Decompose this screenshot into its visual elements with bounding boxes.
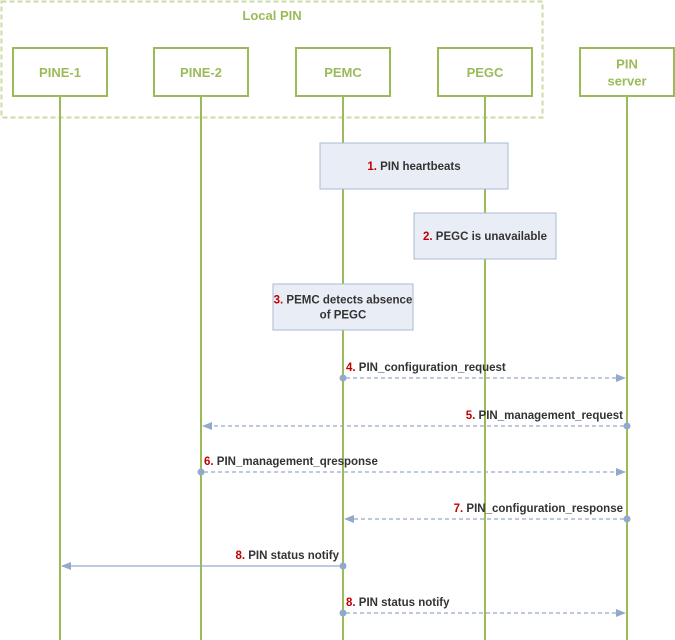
note-text-2: 2. PEGC is unavailable [423, 231, 547, 243]
note-text-3: of PEGC [320, 310, 367, 322]
step-number: 3. [274, 295, 284, 307]
message-text: PIN_management_qresponse [214, 456, 378, 468]
message-label: 7. PIN_configuration_response [454, 503, 623, 515]
message-label: 8. PIN status notify [235, 550, 339, 562]
message-text: PIN_management_request [475, 410, 623, 422]
message-origin-dot [339, 374, 347, 382]
message-label: 6. PIN_management_qresponse [204, 456, 378, 468]
message-4: 7. PIN_configuration_response [344, 503, 631, 523]
message-1: 4. PIN_configuration_request [339, 362, 626, 382]
pine2-entity-label: PINE-2 [180, 65, 222, 80]
pemc-entity-label: PEMC [324, 65, 362, 80]
message-text: PIN_configuration_response [463, 503, 623, 515]
step-number: 8. [235, 550, 245, 562]
step-number: 4. [346, 362, 356, 374]
note-label: PEGC is unavailable [433, 231, 547, 243]
message-2: 5. PIN_management_request [202, 410, 631, 430]
note-label: PEMC detects absence [283, 295, 412, 307]
step-number: 7. [454, 503, 464, 515]
step-number: 8. [346, 597, 356, 609]
pine1-entity-label: PINE-1 [39, 65, 81, 80]
pinserver-entity-label: server [607, 74, 646, 89]
message-3: 6. PIN_management_qresponse [197, 456, 626, 476]
pinserver-entity-box [579, 47, 675, 97]
message-origin-dot [623, 422, 631, 430]
local-pin-group-label: Local PIN [242, 8, 301, 23]
step-number: 1. [367, 161, 377, 173]
message-label: 4. PIN_configuration_request [346, 362, 506, 374]
step-number: 2. [423, 231, 433, 243]
message-5: 8. PIN status notify [61, 550, 347, 570]
note-box-3 [272, 283, 414, 331]
message-6: 8. PIN status notify [339, 597, 626, 617]
message-text: PIN status notify [245, 550, 340, 562]
note-label: of PEGC [320, 310, 367, 322]
step-number: 6. [204, 456, 214, 468]
message-text: PIN_configuration_request [356, 362, 506, 374]
note-text-3: 3. PEMC detects absence [274, 295, 413, 307]
message-origin-dot [197, 468, 205, 476]
message-label: 5. PIN_management_request [466, 410, 623, 422]
message-label: 8. PIN status notify [346, 597, 450, 609]
sequence-diagram: Local PIN PINE-1 PINE-2 PEMC PEGCPINserver … [0, 0, 675, 640]
message-origin-dot [339, 609, 347, 617]
note-label: PIN heartbeats [377, 161, 461, 173]
pegc-entity-label: PEGC [467, 65, 504, 80]
note-text-1: 1. PIN heartbeats [367, 161, 460, 173]
pinserver-entity-label: PIN [616, 57, 638, 72]
message-origin-dot [623, 515, 631, 523]
step-number: 5. [466, 410, 476, 422]
message-text: PIN status notify [356, 597, 451, 609]
message-origin-dot [339, 562, 347, 570]
